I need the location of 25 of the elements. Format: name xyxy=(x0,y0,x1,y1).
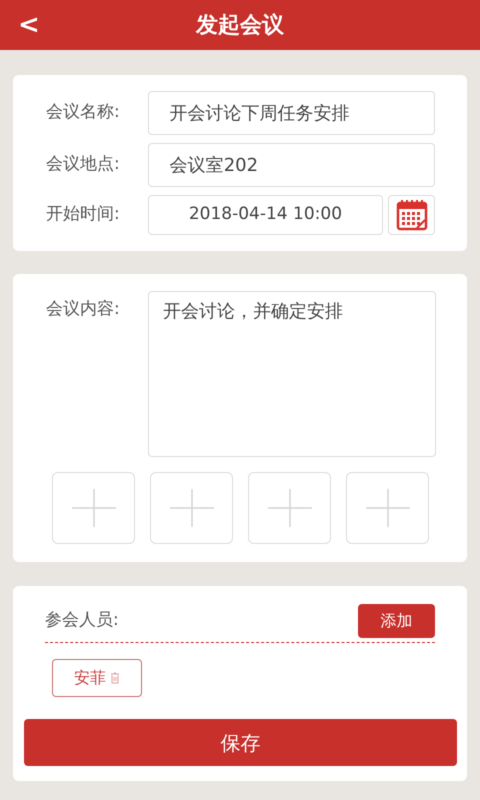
input-field[interactable]: 会议室202 xyxy=(148,143,435,187)
content-textarea[interactable]: 开会讨论，并确定安排 xyxy=(148,291,436,457)
add-image-button[interactable] xyxy=(346,472,429,544)
attendee-tag[interactable]: 安菲 xyxy=(52,659,142,697)
field-label: 开始时间: xyxy=(46,203,121,226)
back-button[interactable]: < xyxy=(18,12,40,38)
input-field[interactable]: 开会讨论下周任务安排 xyxy=(148,91,435,135)
attendees-label: 参会人员: xyxy=(45,609,119,632)
add-image-button[interactable] xyxy=(150,472,233,544)
save-button[interactable]: 保存 xyxy=(24,719,457,766)
add-image-button[interactable] xyxy=(52,472,135,544)
plus-icon xyxy=(366,489,410,527)
field-label: 会议内容: xyxy=(46,298,121,321)
plus-icon xyxy=(268,489,312,527)
add-button[interactable]: 添加 xyxy=(358,604,435,638)
attendee-name: 安菲 xyxy=(74,667,106,689)
plus-icon xyxy=(170,489,214,527)
trash-icon[interactable] xyxy=(110,672,120,684)
field-label: 会议名称: xyxy=(46,101,121,124)
date-field[interactable]: 2018-04-14 10:00 xyxy=(148,195,384,235)
field-label: 会议地点: xyxy=(46,153,121,176)
calendar-icon[interactable] xyxy=(394,198,429,232)
page-title: 发起会议 xyxy=(196,12,284,40)
plus-icon xyxy=(72,489,116,527)
add-image-button[interactable] xyxy=(248,472,331,544)
